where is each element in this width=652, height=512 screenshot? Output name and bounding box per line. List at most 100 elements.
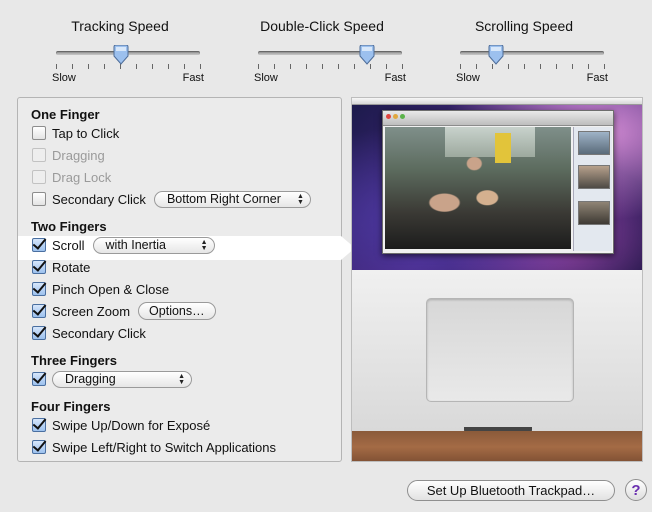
slider-tick (476, 64, 477, 69)
drag-lock-checkbox (32, 170, 46, 184)
scroll-inertia-popup[interactable]: with Inertia ▲ ▼ (92, 236, 215, 254)
slider-tick (258, 64, 259, 69)
swipe-leftright-row[interactable]: Swipe Left/Right to Switch Applications (32, 437, 341, 457)
pinch-checkbox[interactable] (32, 282, 46, 296)
slider-tick (56, 64, 57, 69)
slider-tick (152, 64, 153, 69)
two-finger-secondary-click-label: Secondary Click (52, 325, 146, 341)
scrolling-speed-track[interactable] (460, 51, 604, 55)
slider-tick (274, 64, 275, 69)
scrolling-speed-thumb[interactable] (488, 45, 504, 65)
double-click-speed-max: Fast (384, 72, 406, 84)
slider-tick (88, 64, 89, 69)
preview-laptop-body (352, 270, 642, 433)
preview-window-toolbar (383, 111, 613, 126)
tap-to-click-label: Tap to Click (52, 125, 120, 141)
swipe-updown-row[interactable]: Swipe Up/Down for Exposé (32, 415, 341, 435)
slider-tick (604, 64, 605, 69)
one-finger-secondary-click-label: Secondary Click (52, 191, 146, 207)
tap-to-click-row[interactable]: Tap to Click (32, 123, 341, 143)
slider-tick (508, 64, 509, 69)
three-finger-drag-checkbox[interactable] (32, 372, 46, 386)
swipe-updown-checkbox[interactable] (32, 418, 46, 432)
slider-tick (524, 64, 525, 69)
three-finger-gesture-popup[interactable]: Dragging ▲ ▼ (52, 370, 192, 388)
dragging-row: Dragging (32, 145, 341, 165)
scroll-row[interactable]: Scroll with Inertia ▲ ▼ (32, 235, 341, 255)
three-finger-gesture-value: Dragging (65, 372, 116, 386)
tracking-speed-thumb[interactable] (113, 45, 129, 65)
scroll-label: Scroll (52, 237, 85, 253)
secondary-click-corner-popup[interactable]: Bottom Right Corner ▲ ▼ (153, 190, 311, 208)
slider-tick (588, 64, 589, 69)
scroll-checkbox[interactable] (32, 238, 46, 252)
slider-tick (136, 64, 137, 69)
help-icon: ? (631, 481, 641, 499)
preview-thumbnail (578, 201, 610, 225)
slider-tick (540, 64, 541, 69)
preview-menubar (352, 98, 642, 105)
two-finger-secondary-click-row[interactable]: Secondary Click (32, 323, 341, 343)
scrolling-speed-title: Scrolling Speed (474, 18, 574, 34)
tracking-speed-min: Slow (52, 72, 76, 84)
slider-tick (354, 64, 355, 69)
preview-table-surface (352, 431, 642, 461)
three-fingers-title: Three Fingers (31, 353, 117, 368)
preview-thumbnail-sidebar (573, 127, 612, 251)
slider-tick (306, 64, 307, 69)
one-finger-secondary-click-checkbox[interactable] (32, 192, 46, 206)
slider-tick (460, 64, 461, 69)
double-click-speed-thumb[interactable] (359, 45, 375, 65)
popup-arrows-icon: ▲ ▼ (297, 192, 304, 206)
double-click-speed-slider-group: Double-Click Speed Slow Fast (242, 18, 406, 84)
preview-window (382, 110, 614, 254)
two-finger-secondary-click-checkbox[interactable] (32, 326, 46, 340)
swipe-leftright-checkbox[interactable] (32, 440, 46, 454)
rotate-row[interactable]: Rotate (32, 257, 341, 277)
slider-tick (556, 64, 557, 69)
double-click-speed-ticks (258, 64, 403, 70)
preview-screen (352, 98, 642, 270)
one-finger-secondary-click-row[interactable]: Secondary Click Bottom Right Corner ▲ ▼ (32, 189, 341, 209)
minimize-dot-icon (393, 114, 398, 119)
drag-lock-row: Drag Lock (32, 167, 341, 187)
slider-tick (168, 64, 169, 69)
slider-tick (184, 64, 185, 69)
preview-thumbnail (578, 165, 610, 189)
four-fingers-title: Four Fingers (31, 399, 111, 414)
three-finger-drag-row[interactable]: Dragging ▲ ▼ (32, 369, 341, 389)
tap-to-click-checkbox[interactable] (32, 126, 46, 140)
swipe-updown-label: Swipe Up/Down for Exposé (52, 417, 211, 433)
screen-zoom-row[interactable]: Screen Zoom Options… (32, 301, 341, 321)
pinch-row[interactable]: Pinch Open & Close (32, 279, 341, 299)
rotate-label: Rotate (52, 259, 91, 275)
tracking-speed-slider-group: Tracking Speed Slow Fast (40, 18, 204, 84)
double-click-speed-title: Double-Click Speed (260, 18, 384, 34)
slider-tick (338, 64, 339, 69)
screen-zoom-options-button[interactable]: Options… (138, 302, 216, 320)
scrolling-speed-slider-group: Scrolling Speed Slow Fast (444, 18, 608, 84)
screen-zoom-label: Screen Zoom (52, 303, 131, 319)
rotate-checkbox[interactable] (32, 260, 46, 274)
secondary-click-corner-value: Bottom Right Corner (166, 192, 281, 206)
scrolling-speed-min: Slow (456, 72, 480, 84)
slider-tick (322, 64, 323, 69)
slider-tick (104, 64, 105, 69)
preview-trackpad (426, 298, 574, 402)
scroll-inertia-value: with Inertia (105, 238, 166, 252)
popup-arrows-icon: ▲ ▼ (200, 238, 208, 252)
help-button[interactable]: ? (625, 479, 647, 501)
scrolling-speed-max: Fast (586, 72, 608, 84)
preview-thumbnail (578, 131, 610, 155)
slider-tick (386, 64, 387, 69)
close-dot-icon (386, 114, 391, 119)
two-fingers-title: Two Fingers (31, 219, 107, 234)
preview-photo (385, 127, 571, 249)
setup-bluetooth-trackpad-button[interactable]: Set Up Bluetooth Trackpad… (407, 480, 615, 501)
dragging-label: Dragging (52, 147, 105, 163)
screen-zoom-checkbox[interactable] (32, 304, 46, 318)
tracking-speed-title: Tracking Speed (71, 18, 169, 34)
popup-arrows-icon: ▲ ▼ (178, 372, 185, 386)
double-click-speed-track[interactable] (258, 51, 402, 55)
gesture-preview (351, 97, 643, 462)
